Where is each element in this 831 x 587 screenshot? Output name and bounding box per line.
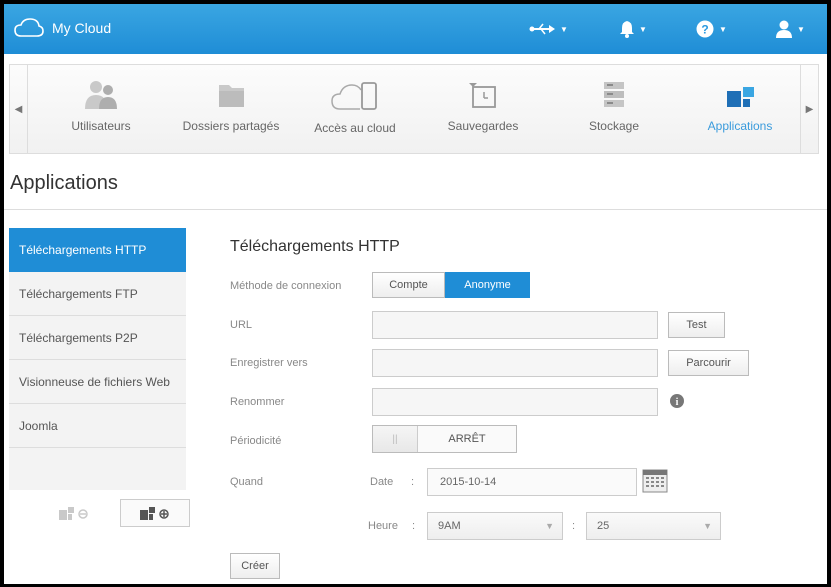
nav-label: Accès au cloud bbox=[314, 121, 396, 135]
app-remove-icon bbox=[59, 507, 88, 520]
url-input[interactable] bbox=[372, 311, 658, 339]
nav-label: Utilisateurs bbox=[71, 119, 131, 133]
date-label: Date bbox=[370, 476, 394, 488]
page-title: Applications bbox=[10, 172, 118, 194]
toggle-knob: || bbox=[373, 426, 418, 452]
add-app-button[interactable] bbox=[120, 499, 190, 527]
top-bar: My Cloud ▼ ▼ ? ▼ ▼ bbox=[4, 4, 827, 54]
cloud-logo-icon bbox=[14, 18, 44, 37]
bell-icon bbox=[620, 21, 634, 38]
nav-item-cloud-access[interactable]: Accès au cloud bbox=[300, 79, 410, 135]
backup-icon bbox=[469, 83, 496, 108]
chevron-right-icon: ▶ bbox=[805, 103, 814, 115]
form-title: Téléchargements HTTP bbox=[230, 238, 400, 255]
cloud-device-icon bbox=[331, 82, 377, 110]
divider bbox=[4, 209, 827, 210]
rename-input[interactable] bbox=[372, 388, 658, 416]
nav-item-storage[interactable]: Stockage bbox=[559, 79, 669, 133]
user-icon bbox=[776, 20, 792, 38]
hour-select[interactable]: 9AM ▼ bbox=[427, 512, 563, 540]
nav-label: Stockage bbox=[588, 119, 640, 133]
users-icon bbox=[85, 81, 117, 109]
hour-value: 9AM bbox=[438, 520, 461, 532]
info-icon[interactable]: i bbox=[669, 393, 685, 409]
folder-icon bbox=[219, 85, 244, 107]
user-menu[interactable]: ▼ bbox=[776, 18, 805, 40]
nav-label: Applications bbox=[707, 119, 773, 133]
rename-label: Renommer bbox=[230, 396, 285, 408]
method-account-option[interactable]: Compte bbox=[372, 272, 445, 298]
chevron-down-icon: ▼ bbox=[703, 521, 712, 531]
date-value: 2015-10-14 bbox=[440, 476, 497, 488]
sidebar-item-joomla[interactable]: Joomla bbox=[9, 404, 186, 448]
nav-label: Sauvegardes bbox=[447, 119, 519, 133]
nav-item-shares[interactable]: Dossiers partagés bbox=[176, 79, 286, 133]
when-label: Quand bbox=[230, 476, 264, 488]
chevron-down-icon: ▼ bbox=[719, 24, 727, 34]
sidebar-item-web-file-viewer[interactable]: Visionneuse de fichiers Web bbox=[9, 360, 186, 404]
minute-value: 25 bbox=[597, 520, 610, 532]
grip-icon: || bbox=[392, 433, 398, 445]
nav-item-backups[interactable]: Sauvegardes bbox=[428, 79, 538, 133]
date-separator: : bbox=[411, 476, 415, 488]
main-nav: ◀ Utilisateurs Dossiers partagés Accès a… bbox=[9, 64, 819, 154]
nav-label: Dossiers partagés bbox=[182, 119, 280, 133]
app-title[interactable]: My Cloud bbox=[52, 20, 111, 36]
applications-icon bbox=[727, 87, 754, 107]
sidebar-item-p2p-downloads[interactable]: Téléchargements P2P bbox=[9, 316, 186, 360]
periodicity-label: Périodicité bbox=[230, 435, 282, 447]
chevron-down-icon: ▼ bbox=[560, 24, 568, 34]
help-menu[interactable]: ? ▼ bbox=[696, 18, 727, 40]
nav-scroll-right-button[interactable]: ▶ bbox=[800, 65, 818, 153]
time-label: Heure bbox=[368, 520, 398, 532]
save-to-label: Enregistrer vers bbox=[230, 357, 308, 369]
help-icon: ? bbox=[696, 20, 714, 38]
save-to-input[interactable] bbox=[372, 349, 658, 377]
chevron-down-icon: ▼ bbox=[797, 24, 805, 34]
minute-select[interactable]: 25 ▼ bbox=[586, 512, 721, 540]
nav-item-users[interactable]: Utilisateurs bbox=[46, 79, 156, 133]
app-add-icon bbox=[140, 507, 169, 520]
browse-button[interactable]: Parcourir bbox=[668, 350, 749, 376]
minute-separator: : bbox=[572, 520, 576, 532]
storage-icon bbox=[604, 82, 624, 107]
periodicity-toggle[interactable]: || ARRÊT bbox=[372, 425, 517, 453]
test-button[interactable]: Test bbox=[668, 312, 725, 338]
usb-icon bbox=[529, 23, 555, 35]
sidebar-item-ftp-downloads[interactable]: Téléchargements FTP bbox=[9, 272, 186, 316]
create-button[interactable]: Créer bbox=[230, 553, 280, 579]
method-label: Méthode de connexion bbox=[230, 280, 342, 292]
date-input[interactable]: 2015-10-14 bbox=[427, 468, 637, 496]
chevron-down-icon: ▼ bbox=[545, 521, 554, 531]
url-label: URL bbox=[230, 319, 253, 331]
time-separator: : bbox=[412, 520, 416, 532]
calendar-icon[interactable] bbox=[642, 469, 668, 493]
usb-menu[interactable]: ▼ bbox=[529, 18, 568, 40]
nav-scroll-left-button[interactable]: ◀ bbox=[10, 65, 28, 153]
nav-item-applications[interactable]: Applications bbox=[685, 79, 795, 133]
chevron-left-icon: ◀ bbox=[14, 103, 23, 115]
sidebar-item-http-downloads[interactable]: Téléchargements HTTP bbox=[9, 228, 186, 272]
sidebar: Téléchargements HTTP Téléchargements FTP… bbox=[9, 228, 186, 490]
svg-text:i: i bbox=[676, 397, 679, 408]
periodicity-state: ARRÊT bbox=[448, 433, 486, 445]
chevron-down-icon: ▼ bbox=[639, 24, 647, 34]
remove-app-button[interactable] bbox=[39, 499, 109, 527]
window: My Cloud ▼ ▼ ? ▼ ▼ ◀ Utilisateurs Dossie… bbox=[4, 4, 827, 584]
svg-text:?: ? bbox=[701, 23, 708, 37]
alerts-menu[interactable]: ▼ bbox=[620, 18, 647, 40]
method-anonymous-option[interactable]: Anonyme bbox=[445, 272, 530, 298]
